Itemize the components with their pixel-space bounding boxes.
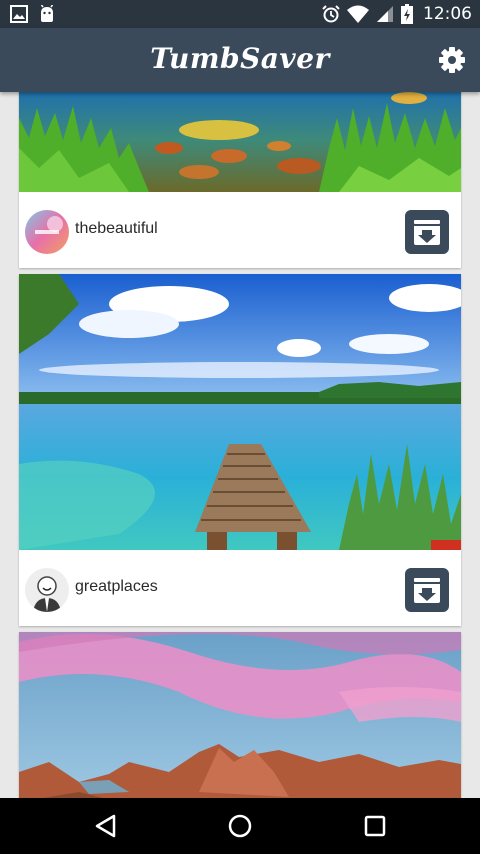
alarm-icon <box>322 5 340 23</box>
post-card: greatplaces <box>19 274 461 626</box>
avatar-image <box>25 210 69 254</box>
pink-sky-canyon-photo <box>19 632 461 798</box>
post-username[interactable]: greatplaces <box>75 578 158 596</box>
app-bar: TumbSaver <box>0 28 480 92</box>
home-icon <box>228 814 252 838</box>
post-footer: greatplaces <box>19 550 461 626</box>
navigation-bar <box>0 798 480 854</box>
download-button[interactable] <box>405 568 449 612</box>
app-title: TumbSaver <box>150 42 330 75</box>
settings-button[interactable] <box>438 46 466 74</box>
recents-button[interactable] <box>361 812 389 840</box>
download-icon <box>414 220 440 245</box>
avatar[interactable] <box>25 210 69 254</box>
download-button[interactable] <box>405 210 449 254</box>
post-card: thebeautiful <box>19 92 461 268</box>
recents-icon <box>364 815 386 837</box>
image-notification-icon <box>10 5 28 23</box>
wifi-icon <box>347 5 369 23</box>
download-icon <box>414 578 440 603</box>
post-photo[interactable] <box>19 92 461 192</box>
avatar-image <box>25 568 69 612</box>
back-icon <box>95 814 116 838</box>
status-time: 12:06 <box>423 4 472 24</box>
post-username[interactable]: thebeautiful <box>75 220 158 238</box>
android-notification-icon <box>40 5 54 22</box>
feed[interactable]: thebeautiful greatplaces <box>0 92 480 798</box>
lake-shore-grass-photo <box>19 92 461 192</box>
cell-signal-icon <box>377 6 393 22</box>
post-photo[interactable] <box>19 632 461 798</box>
post-footer: thebeautiful <box>19 192 461 268</box>
battery-charging-icon <box>401 4 413 24</box>
post-card <box>19 632 461 798</box>
lake-pier-photo <box>19 274 461 550</box>
status-bar: 12:06 <box>0 0 480 28</box>
post-photo[interactable] <box>19 274 461 550</box>
gear-icon <box>439 47 465 73</box>
back-button[interactable] <box>92 812 120 840</box>
home-button[interactable] <box>226 812 254 840</box>
avatar[interactable] <box>25 568 69 612</box>
